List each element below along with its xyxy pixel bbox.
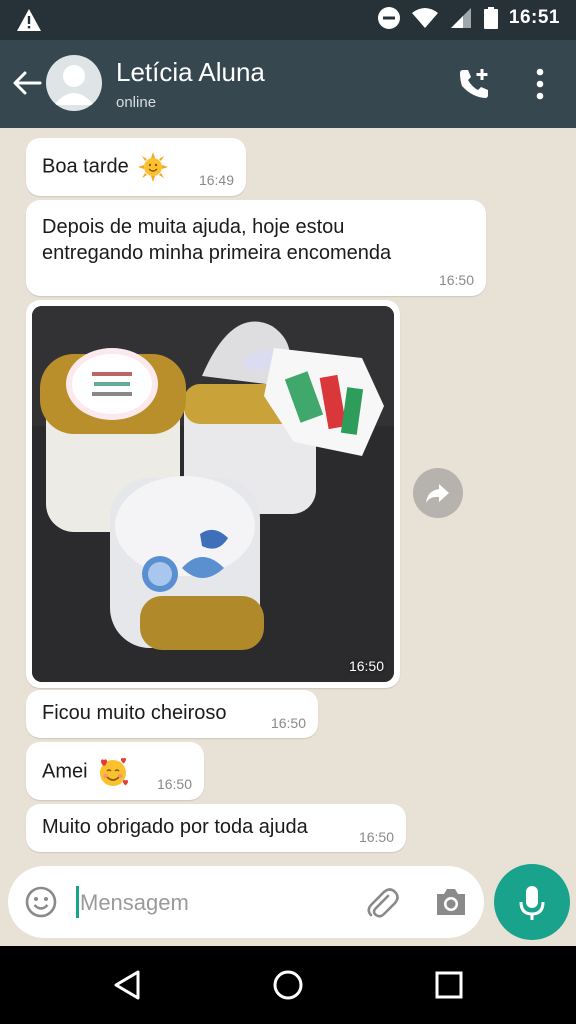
sun-face-icon <box>138 152 169 182</box>
emoji-icon[interactable] <box>24 885 58 919</box>
message-text: Amei <box>42 760 88 783</box>
message-text: Muito obrigado por toda ajuda <box>42 816 308 838</box>
message-composer: Mensagem <box>8 866 484 938</box>
chat-header: Letícia Aluna online <box>0 40 576 128</box>
attach-icon[interactable] <box>364 884 400 920</box>
message-time: 16:50 <box>348 658 384 674</box>
message-photo[interactable]: 16:50 <box>32 306 394 682</box>
more-vert-icon[interactable] <box>528 66 552 102</box>
presence-status: online <box>116 94 157 111</box>
battery-icon <box>483 7 498 29</box>
message-text-line: Depois de muita ajuda, hoje estou <box>42 216 345 238</box>
message-time: 16:50 <box>156 776 192 792</box>
message-time: 16:50 <box>438 272 474 288</box>
message-time: 16:49 <box>198 172 234 188</box>
candle-jars-photo <box>32 306 394 682</box>
chat-area[interactable]: Boa tarde 16:49 Depois de muita ajuda, h… <box>0 128 576 946</box>
message-time: 16:50 <box>270 715 306 731</box>
smiling-face-with-hearts-icon <box>100 758 129 786</box>
do-not-disturb-icon <box>377 7 400 29</box>
avatar[interactable] <box>46 55 102 111</box>
recents-nav-icon[interactable] <box>432 968 466 1002</box>
signal-icon <box>450 8 471 28</box>
message-text: Boa tarde <box>42 155 129 178</box>
system-nav-bar <box>0 946 576 1024</box>
message-bubble[interactable]: Muito obrigado por toda ajuda 16:50 <box>26 804 406 852</box>
wifi-icon <box>411 8 438 28</box>
warning-icon <box>17 9 41 31</box>
home-nav-icon[interactable] <box>271 968 305 1002</box>
avatar-icon <box>54 65 94 105</box>
contact-name[interactable]: Letícia Aluna <box>116 57 265 88</box>
forward-icon <box>426 484 449 503</box>
clock: 16:51 <box>508 7 560 28</box>
back-nav-icon[interactable] <box>110 968 144 1002</box>
message-input[interactable]: Mensagem <box>80 890 189 916</box>
message-bubble[interactable]: Amei 16:50 <box>26 742 204 800</box>
message-text: Ficou muito cheiroso <box>42 702 227 724</box>
forward-button[interactable] <box>413 468 463 518</box>
mic-icon <box>519 886 545 920</box>
message-text-line: entregando minha primeira encomenda <box>42 242 392 264</box>
status-bar: 16:51 <box>0 0 576 40</box>
add-call-icon[interactable] <box>456 66 492 102</box>
message-bubble[interactable]: Ficou muito cheiroso 16:50 <box>26 690 318 738</box>
message-time: 16:50 <box>358 829 394 845</box>
image-message[interactable]: 16:50 <box>26 300 400 688</box>
back-arrow-icon[interactable] <box>10 66 44 100</box>
message-bubble[interactable]: Depois de muita ajuda, hoje estou entreg… <box>26 200 486 296</box>
camera-icon[interactable] <box>434 886 468 918</box>
text-cursor <box>76 886 79 918</box>
message-bubble[interactable]: Boa tarde 16:49 <box>26 138 246 196</box>
mic-button[interactable] <box>494 864 570 940</box>
